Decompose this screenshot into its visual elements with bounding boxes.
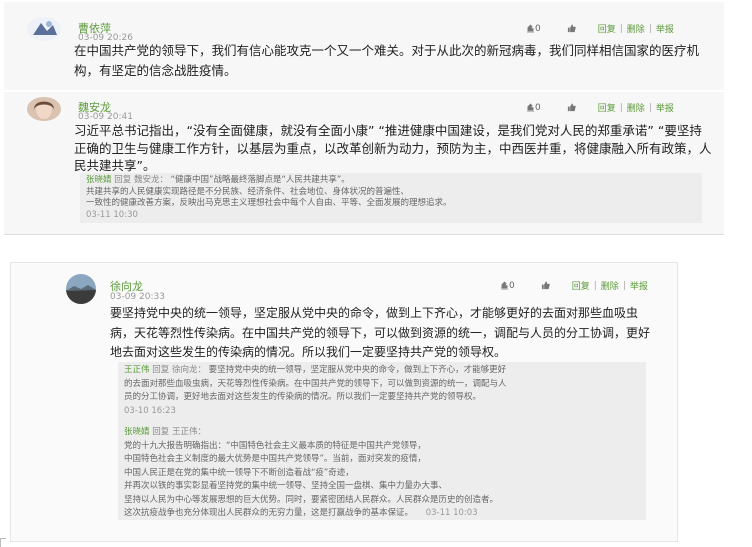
like-count: 0	[535, 23, 541, 34]
report-link[interactable]: 举报	[656, 101, 674, 114]
reply-text: “健康中国”战略最终落脚点是“人民共建共享”。	[170, 175, 350, 185]
like-button[interactable]	[541, 281, 550, 290]
like-button[interactable]	[567, 24, 576, 33]
reply-target[interactable]: 魏安龙：	[134, 175, 168, 185]
vote-icon	[526, 24, 535, 33]
window-corner	[0, 538, 6, 547]
reply-link[interactable]: 回复	[598, 101, 616, 114]
reply-link[interactable]: 回复	[572, 279, 590, 292]
delete-link[interactable]: 删除	[627, 101, 645, 114]
comment-actions: 0 回复 | 删除 | 举报	[526, 22, 674, 35]
separator: |	[648, 102, 652, 113]
reply-word: 回复	[152, 365, 170, 375]
reply-word: 回复	[152, 427, 170, 437]
avatar-image	[27, 17, 61, 41]
reply-header: 张晓婧 回复 魏安龙： “健康中国”战略最终落脚点是“人民共建共享”。	[86, 175, 696, 187]
separator: |	[622, 280, 626, 291]
reply-text-last: 这次抗疫战争也充分体现出人民群众的无穷力量，这是打赢战争的基本保证。 03-11…	[124, 507, 640, 521]
reply-header: 王正伟 回复 徐向龙： 要坚持党中央的统一领导，坚定服从党中央的命令，做到上下齐…	[124, 364, 640, 378]
vote-icon	[500, 281, 509, 290]
reply-text: 党的十九大报告明确指出：“中国特色社会主义最本质的特征是中国共产党领导，	[124, 440, 426, 451]
delete-link[interactable]: 删除	[601, 279, 619, 292]
vote-button[interactable]: 0	[526, 103, 541, 113]
avatar[interactable]	[27, 17, 61, 41]
reply-text: 的去面对那些血吸虫病，天花等烈性传染病。在中国共产党的领导下，可以做到资源的统一…	[124, 378, 507, 389]
comment-date: 03-09 20:41	[78, 112, 133, 122]
like-button[interactable]	[567, 103, 576, 112]
comment-date: 03-09 20:33	[110, 292, 165, 302]
reply-header: 张晓婧 回复 王正伟：	[124, 426, 640, 440]
delete-link[interactable]: 删除	[627, 22, 645, 35]
reply-target[interactable]: 王正伟：	[172, 427, 206, 437]
avatar[interactable]	[66, 274, 96, 304]
reply-box: 张晓婧 回复 魏安龙： “健康中国”战略最终落脚点是“人民共建共享”。 共建共享…	[80, 173, 702, 223]
thumbs-up-icon	[567, 24, 576, 33]
reply-text: 中国人民正是在党的集中统一领导下不断创造着战“疫”奇迹，	[124, 467, 354, 478]
reply-text: 中国特色社会主义制度的最大优势是中国共产党领导”。当前，面对突发的疫情，	[124, 454, 426, 464]
reply-date: 03-11 10:03	[425, 508, 478, 518]
reply-text: 共建共享的人民健康实现路径是不分民族、经济条件、社会地位、身体状况的普遍性、	[86, 186, 410, 197]
reply-word: 回复	[114, 175, 132, 185]
separator: |	[619, 23, 623, 34]
reply-date: 03-10 16:23	[124, 405, 176, 416]
vote-button[interactable]: 0	[500, 281, 515, 291]
reply-text: 这次抗疫战争也充分体现出人民群众的无穷力量，这是打赢战争的基本保证。	[124, 508, 414, 518]
separator: |	[619, 102, 623, 113]
reply-text: 要坚持党中央的统一领导，坚定服从党中央的命令，做到上下齐心，才能够更好	[208, 365, 507, 375]
thumbs-up-icon	[541, 281, 550, 290]
comment-body: 要坚持党中央的统一领导，坚定服从党中央的命令，做到上下齐心，才能够更好的去面对那…	[110, 306, 651, 359]
reply-text: 并再次以铁的事实彰显着坚持党的集中统一领导、坚持全国一盘棋、集中力量办大事、	[124, 481, 448, 491]
reply-text: 员的分工协调，更好地去面对这些发生的传染病的情况。所以我们一定要坚持共产党的领导…	[124, 392, 482, 402]
vote-button[interactable]: 0	[526, 24, 541, 34]
separator: |	[593, 280, 597, 291]
comment-body: 习近平总书记指出，“没有全面健康，就没有全面小康” “推进健康中国建设，是我们党…	[74, 123, 712, 173]
reply-target[interactable]: 徐向龙：	[172, 365, 206, 375]
avatar-image	[27, 97, 61, 121]
avatar-image	[66, 274, 96, 304]
comment-body: 在中国共产党的领导下，我们有信心能攻克一个又一个难关。对于从此次的新冠病毒，我们…	[74, 43, 700, 78]
reply-username[interactable]: 张晓婧	[86, 175, 112, 185]
report-link[interactable]: 举报	[656, 22, 674, 35]
comment-actions: 0 回复 | 删除 | 举报	[526, 101, 674, 114]
reply-date: 03-11 10:30	[86, 209, 138, 220]
like-count: 0	[535, 102, 541, 113]
reply-link[interactable]: 回复	[598, 22, 616, 35]
avatar[interactable]	[27, 97, 61, 121]
report-link[interactable]: 举报	[630, 279, 648, 292]
reply-text: 一致性的健康改善方案，反映出马克思主义理想社会中每个人自由、平等、全面发展的理想…	[86, 198, 452, 208]
separator: |	[648, 23, 652, 34]
reply-box: 王正伟 回复 徐向龙： 要坚持党中央的统一领导，坚定服从党中央的命令，做到上下齐…	[118, 362, 646, 520]
reply-username[interactable]: 王正伟	[124, 365, 150, 375]
reply-text: 坚持以人民为中心等发展思想的巨大优势。同时，要紧密团结人民群众。人民群众是历史的…	[124, 494, 499, 505]
thumbs-up-icon	[567, 103, 576, 112]
comment-actions: 0 回复 | 删除 | 举报	[500, 279, 648, 292]
reply-username[interactable]: 张晓婧	[124, 427, 150, 437]
like-count: 0	[509, 280, 515, 291]
vote-icon	[526, 103, 535, 112]
